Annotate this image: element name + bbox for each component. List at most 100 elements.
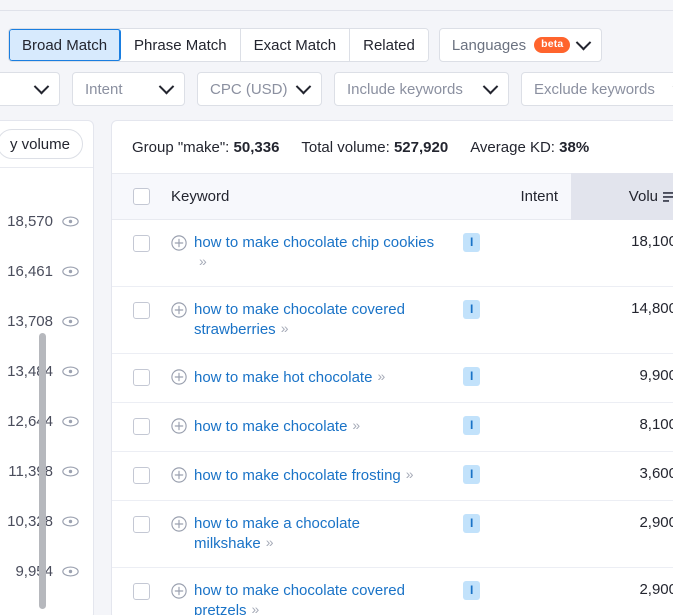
keyword-link[interactable]: how to make chocolate» — [194, 416, 360, 436]
languages-dropdown[interactable]: Languages beta — [438, 28, 603, 62]
keyword-text: how to make chocolate chip cookies — [194, 234, 435, 251]
row-checkbox[interactable] — [133, 418, 150, 435]
tab-exact-match[interactable]: Exact Match — [240, 29, 351, 61]
keyword-cell: how to make a chocolate milkshake» — [171, 501, 459, 553]
eye-icon[interactable] — [62, 515, 79, 527]
list-item[interactable]: 13,484 — [0, 346, 93, 396]
add-keyword-icon[interactable] — [171, 516, 187, 532]
list-item[interactable]: 9,954 — [0, 546, 93, 596]
eye-icon[interactable] — [62, 465, 79, 477]
intent-badge[interactable]: I — [463, 581, 481, 600]
keyword-cell: how to make chocolate frosting » — [171, 452, 459, 485]
filter-exclude-keywords[interactable]: Exclude keywords — [521, 72, 673, 106]
intent-badge[interactable]: I — [463, 416, 481, 435]
tab-phrase-match[interactable]: Phrase Match — [121, 29, 241, 61]
column-header-volume[interactable]: Volu — [571, 173, 673, 220]
filter-include-keywords[interactable]: Include keywords — [334, 72, 509, 106]
row-checkbox[interactable] — [133, 302, 150, 319]
column-header-volume-label: Volu — [628, 188, 658, 205]
sort-by-volume-button[interactable]: y volume — [0, 129, 83, 159]
intent-cell: I — [459, 220, 571, 252]
keyword-link[interactable]: how to make hot chocolate» — [194, 367, 385, 387]
eye-icon[interactable] — [62, 365, 79, 377]
volume-cell: 18,100 — [631, 233, 673, 250]
keyword-link[interactable]: how to make chocolate covered strawberri… — [194, 300, 444, 339]
languages-label: Languages — [451, 36, 527, 54]
intent-badge[interactable]: I — [463, 233, 481, 252]
filter-intent[interactable]: Intent — [72, 72, 185, 106]
intent-badge[interactable]: I — [463, 514, 481, 533]
list-item[interactable]: 12,644 — [0, 396, 93, 446]
add-keyword-icon[interactable] — [171, 369, 187, 385]
row-checkbox[interactable] — [133, 516, 150, 533]
expand-chevrons-icon[interactable]: » — [406, 465, 414, 484]
summary-kd: Average KD: 38% — [470, 139, 589, 156]
row-checkbox[interactable] — [133, 583, 150, 600]
keyword-link[interactable]: how to make a chocolate milkshake» — [194, 514, 384, 553]
list-item[interactable]: 16,461 — [0, 246, 93, 296]
eye-icon[interactable] — [62, 315, 79, 327]
left-panel-scrollbar[interactable] — [39, 333, 46, 609]
add-keyword-icon[interactable] — [171, 302, 187, 318]
list-item[interactable] — [0, 168, 93, 196]
expand-chevrons-icon[interactable]: » — [252, 600, 260, 615]
row-checkbox[interactable] — [133, 235, 150, 252]
list-item[interactable]: 10,328 — [0, 496, 93, 546]
table-row[interactable]: how to make chocolate chip cookies» I 18… — [112, 220, 673, 287]
tab-related-label: Related — [363, 36, 415, 54]
table-row[interactable]: how to make chocolate covered pretzels» … — [112, 568, 673, 615]
column-header-intent[interactable]: Intent — [459, 188, 571, 205]
add-keyword-icon[interactable] — [171, 235, 187, 251]
row-select-cell — [112, 354, 171, 386]
tab-related[interactable]: Related — [350, 29, 428, 61]
table-row[interactable]: how to make hot chocolate» I 9,900 — [112, 354, 673, 403]
eye-icon[interactable] — [62, 415, 79, 427]
table-header-row: Keyword Intent Volu — [112, 173, 673, 220]
intent-badge[interactable]: I — [463, 367, 481, 386]
list-item-volume: 16,461 — [7, 262, 53, 280]
row-select-cell — [112, 501, 171, 533]
add-keyword-icon[interactable] — [171, 467, 187, 483]
filter-exclude-keywords-label: Exclude keywords — [534, 80, 655, 98]
table-row[interactable]: how to make chocolate covered strawberri… — [112, 287, 673, 354]
tab-broad-match[interactable]: Broad Match — [9, 29, 122, 61]
keyword-link[interactable]: how to make chocolate chip cookies» — [194, 233, 444, 272]
filter-cpc[interactable]: CPC (USD) — [197, 72, 322, 106]
row-checkbox[interactable] — [133, 369, 150, 386]
filter-kd-percent[interactable]: % — [0, 72, 60, 106]
expand-chevrons-icon[interactable]: » — [266, 533, 274, 552]
column-header-keyword[interactable]: Keyword — [171, 188, 459, 205]
expand-chevrons-icon[interactable]: » — [199, 252, 207, 271]
list-item[interactable]: 18,570 — [0, 196, 93, 246]
expand-chevrons-icon[interactable]: » — [352, 416, 360, 435]
list-item[interactable]: 9,467 — [0, 596, 93, 615]
list-item-volume: 10,328 — [7, 512, 53, 530]
keyword-link[interactable]: how to make chocolate frosting » — [194, 465, 414, 485]
table-row[interactable]: how to make a chocolate milkshake» I 2,9… — [112, 501, 673, 568]
intent-badge[interactable]: I — [463, 465, 481, 484]
summary-group-label: Group "make": — [132, 138, 230, 156]
intent-badge[interactable]: I — [463, 300, 481, 319]
add-keyword-icon[interactable] — [171, 583, 187, 599]
eye-icon[interactable] — [62, 215, 79, 227]
intent-cell: I — [459, 452, 571, 484]
keyword-text: how to make chocolate covered strawberri… — [194, 301, 405, 338]
keyword-link[interactable]: how to make chocolate covered pretzels» — [194, 581, 439, 615]
table-row[interactable]: how to make chocolate» I 8,100 — [112, 403, 673, 452]
row-select-cell — [112, 403, 171, 435]
summary-kd-value: 38% — [559, 138, 590, 156]
sort-descending-icon[interactable] — [663, 191, 673, 203]
list-item[interactable]: 13,708 — [0, 296, 93, 346]
select-all-checkbox[interactable] — [133, 188, 150, 205]
eye-icon[interactable] — [62, 565, 79, 577]
summary-group: Group "make": 50,336 — [132, 139, 279, 156]
chevron-down-icon — [33, 78, 50, 94]
table-row[interactable]: how to make chocolate frosting » I 3,600 — [112, 452, 673, 501]
expand-chevrons-icon[interactable]: » — [281, 319, 289, 338]
list-item-volume: 13,484 — [7, 362, 53, 380]
add-keyword-icon[interactable] — [171, 418, 187, 434]
eye-icon[interactable] — [62, 265, 79, 277]
list-item[interactable]: 11,398 — [0, 446, 93, 496]
row-checkbox[interactable] — [133, 467, 150, 484]
expand-chevrons-icon[interactable]: » — [377, 367, 385, 386]
